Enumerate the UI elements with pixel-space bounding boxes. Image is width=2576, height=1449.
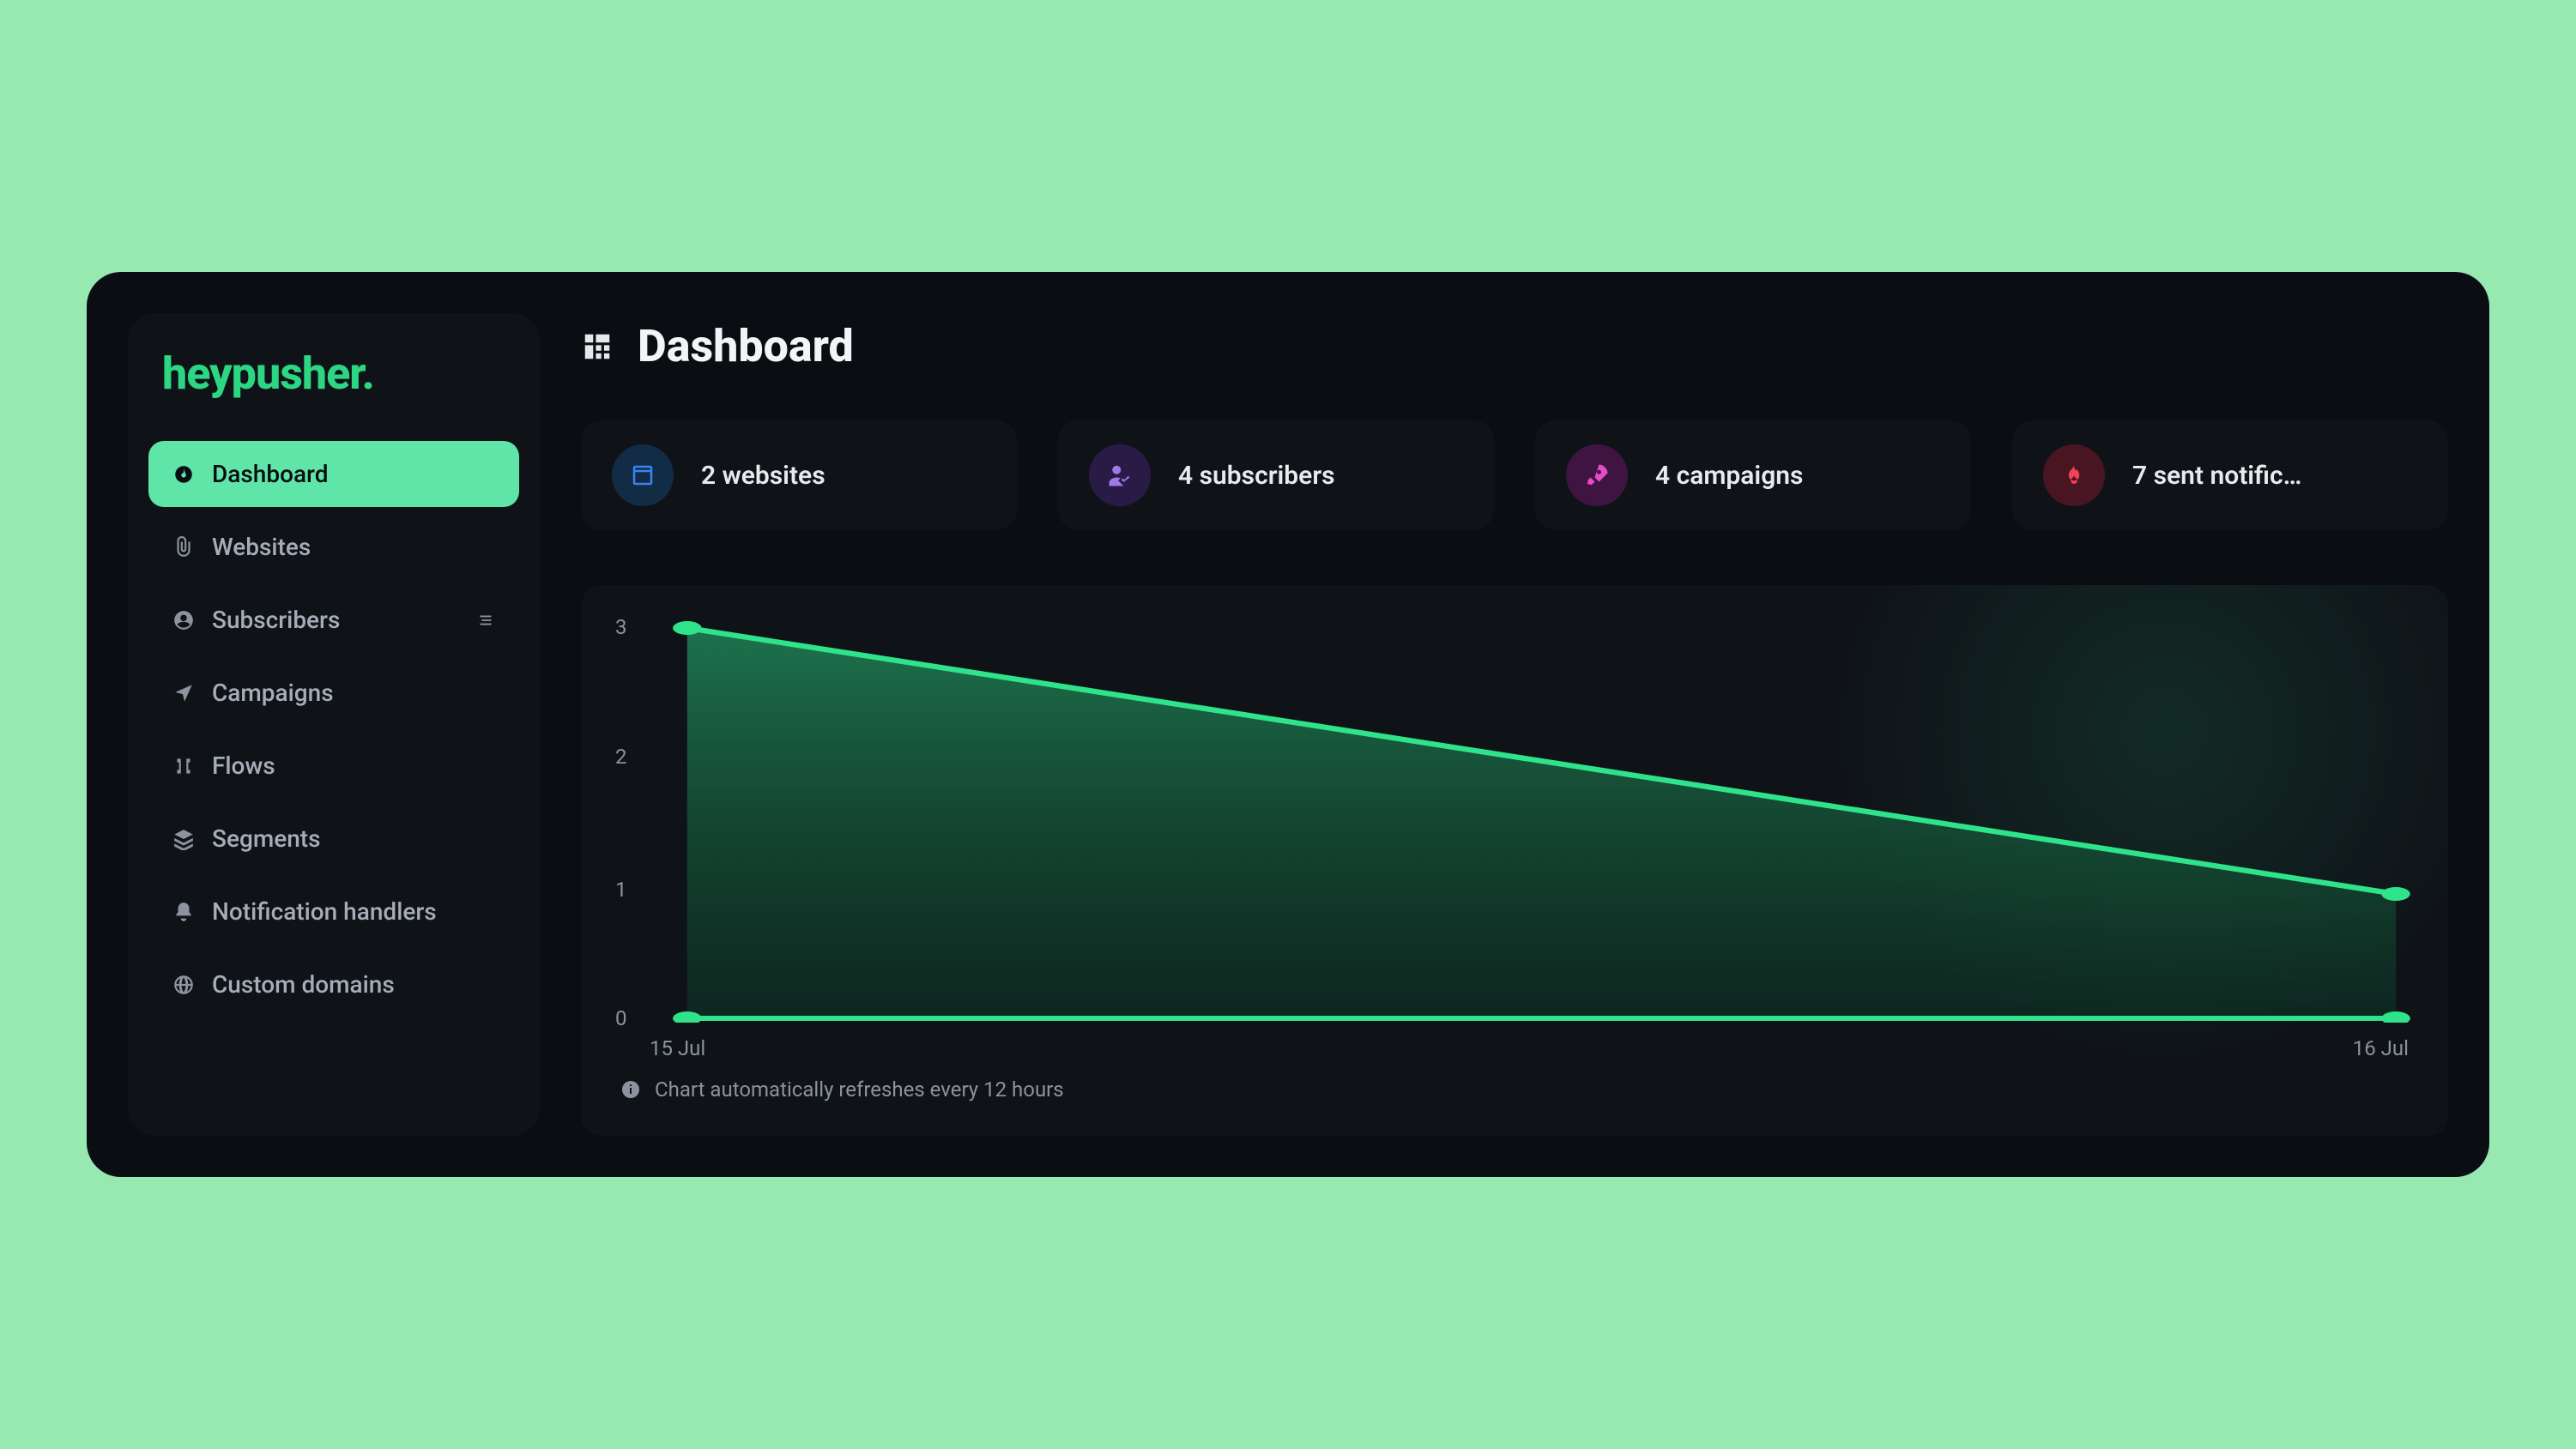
stat-label: 7 sent notific… [2132,461,2301,491]
chart-card: 3 2 1 0 [581,585,2448,1136]
sidebar-item-label: Dashboard [212,460,328,488]
window-icon [612,444,674,506]
sidebar-item-dashboard[interactable]: Dashboard [148,441,519,507]
sidebar-item-label: Subscribers [212,606,340,634]
sidebar-item-subscribers[interactable]: Subscribers [148,587,519,653]
sidebar-item-custom-domains[interactable]: Custom domains [148,951,519,1017]
globe-icon [172,974,195,996]
chart-footer: Chart automatically refreshes every 12 h… [615,1078,2414,1102]
stat-label: 2 websites [701,461,825,491]
stat-label: 4 campaigns [1655,461,1803,491]
app-window: heypusher. Dashboard Websites Subscriber… [87,272,2489,1177]
chart-area: 3 2 1 0 [615,619,2414,1023]
sidebar-item-label: Campaigns [212,679,334,707]
gauge-icon [172,463,195,486]
stat-label: 4 subscribers [1178,461,1335,491]
sidebar: heypusher. Dashboard Websites Subscriber… [128,313,540,1136]
chart-svg [615,619,2414,1023]
stat-card-notifications[interactable]: 7 sent notific… [2012,420,2448,530]
menu-lines-icon[interactable] [476,611,495,630]
sidebar-nav: Dashboard Websites Subscribers [148,441,519,1017]
sidebar-item-campaigns[interactable]: Campaigns [148,660,519,726]
brand-logo: heypusher. [148,347,519,400]
info-icon [620,1079,641,1100]
flow-icon [172,755,195,777]
chart-footer-text: Chart automatically refreshes every 12 h… [655,1078,1064,1102]
sidebar-item-label: Segments [212,824,321,853]
sidebar-item-websites[interactable]: Websites [148,514,519,580]
sidebar-item-label: Flows [212,752,275,780]
grid-icon [581,330,614,363]
bell-icon [172,901,195,923]
stat-card-websites[interactable]: 2 websites [581,420,1017,530]
sidebar-item-label: Custom domains [212,970,395,999]
sidebar-item-label: Notification handlers [212,897,437,926]
sidebar-item-flows[interactable]: Flows [148,733,519,799]
main-content: Dashboard 2 websites 4 subscribers 4 cam [581,313,2448,1136]
stat-card-campaigns[interactable]: 4 campaigns [1535,420,1971,530]
x-axis-labels: 15 Jul 16 Jul [615,1036,2414,1060]
rocket-icon [1566,444,1628,506]
paperclip-icon [172,536,195,558]
page-header: Dashboard [581,320,2448,372]
page-title: Dashboard [638,320,854,372]
sidebar-item-label: Websites [212,533,311,561]
layers-icon [172,828,195,850]
flame-icon [2043,444,2105,506]
x-label: 15 Jul [650,1036,705,1060]
location-arrow-icon [172,682,195,704]
stat-card-subscribers[interactable]: 4 subscribers [1058,420,1494,530]
user-circle-icon [172,609,195,631]
sidebar-item-segments[interactable]: Segments [148,806,519,872]
stats-row: 2 websites 4 subscribers 4 campaigns 7 s… [581,420,2448,530]
x-label: 16 Jul [2353,1036,2409,1060]
user-check-icon [1089,444,1151,506]
sidebar-item-notification-handlers[interactable]: Notification handlers [148,878,519,945]
